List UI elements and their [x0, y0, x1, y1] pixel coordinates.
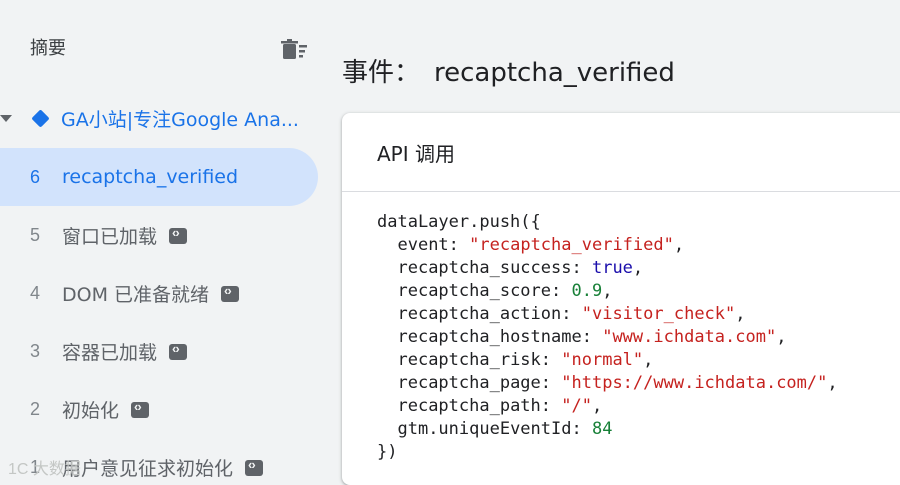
caret-down-icon[interactable] [0, 114, 12, 122]
event-item[interactable]: 2 初始化 [0, 380, 330, 438]
code-value: 84 [591, 419, 613, 439]
code-value: "/" [561, 396, 592, 416]
tag-fired-icon [169, 225, 188, 244]
code-value: 0.9 [571, 281, 603, 301]
code-value: "www.ichdata.com" [602, 327, 777, 347]
card-header: API 调用 [342, 113, 900, 192]
event-item[interactable]: 4 DOM 已准备就绪 [0, 264, 330, 322]
event-label: 容器已加载 [62, 341, 158, 364]
card-title: API 调用 [377, 141, 455, 166]
code-line: recaptcha_success: true, [397, 258, 644, 278]
code-close: }) [377, 442, 398, 462]
code-key: recaptcha_score [397, 281, 552, 301]
event-number: 4 [30, 282, 41, 303]
container-label: GA小站|专注Google Ana... [61, 108, 299, 131]
code-line: event: "recaptcha_verified", [397, 235, 685, 255]
page-title: 事件： recaptcha_verified [342, 52, 675, 89]
event-item[interactable]: 3 容器已加载 [0, 322, 330, 380]
code-value: "visitor_check" [581, 304, 736, 324]
clear-list-icon[interactable] [280, 38, 310, 62]
code-key: recaptcha_page [397, 373, 541, 393]
code-value: true [591, 258, 633, 278]
sidebar: 摘要 GA小站|专注Google Ana... 6 recaptcha_veri… [0, 0, 330, 485]
event-list: 6 recaptcha_verified 5 窗口已加载 4 DOM 已准备就绪… [0, 148, 330, 485]
tag-fired-icon [245, 457, 264, 476]
event-label: recaptcha_verified [62, 166, 239, 188]
code-key: recaptcha_success [397, 258, 572, 278]
sidebar-header: 摘要 [30, 36, 310, 64]
event-label: DOM 已准备就绪 [62, 283, 210, 306]
code-line: recaptcha_path: "/", [397, 396, 603, 416]
page-title-prefix: 事件： [342, 58, 421, 88]
event-number: 6 [30, 166, 41, 187]
code-key: event [397, 235, 449, 255]
code-key: recaptcha_action [397, 304, 562, 324]
event-label: 用户意见征求初始化 [62, 457, 234, 480]
event-number: 2 [30, 398, 41, 419]
tag-fired-icon [169, 341, 188, 360]
main-panel: 事件： recaptcha_verified API 调用 dataLayer.p… [330, 0, 900, 485]
code-line: gtm.uniqueEventId: 84 [397, 419, 613, 439]
code-value: "https://www.ichdata.com/" [561, 373, 828, 393]
code-line: recaptcha_page: "https://www.ichdata.com… [397, 373, 838, 393]
event-label: 初始化 [62, 399, 120, 422]
code-key: recaptcha_path [397, 396, 541, 416]
code-key: recaptcha_hostname [397, 327, 582, 347]
diamond-icon [31, 108, 50, 128]
watermark: 1C 大数据 [8, 461, 81, 478]
code-key: recaptcha_risk [397, 350, 541, 370]
code-line: recaptcha_hostname: "www.ichdata.com", [397, 327, 787, 347]
container-row[interactable]: GA小站|专注Google Ana... [0, 103, 330, 133]
api-call-card: API 调用 dataLayer.push({ event: "recaptch… [342, 113, 900, 485]
code-key: gtm.uniqueEventId [397, 419, 572, 439]
code-value: "recaptcha_verified" [469, 235, 674, 255]
tag-fired-icon [221, 283, 240, 302]
sidebar-title: 摘要 [30, 38, 66, 59]
event-number: 3 [30, 340, 41, 361]
event-number: 5 [30, 224, 41, 245]
event-item[interactable]: 5 窗口已加载 [0, 206, 330, 264]
code-line: recaptcha_risk: "normal", [397, 350, 654, 370]
event-label: 窗口已加载 [62, 225, 158, 248]
code-line: recaptcha_score: 0.9, [397, 281, 613, 301]
code-value: "normal" [561, 350, 644, 370]
code-open: dataLayer.push({ [377, 212, 541, 232]
tag-fired-icon [131, 399, 150, 418]
event-item[interactable]: 6 recaptcha_verified [0, 148, 318, 206]
code-line: recaptcha_action: "visitor_check", [397, 304, 746, 324]
code-block: dataLayer.push({ event: "recaptcha_verif… [377, 211, 838, 464]
page-title-value: recaptcha_verified [434, 58, 675, 88]
